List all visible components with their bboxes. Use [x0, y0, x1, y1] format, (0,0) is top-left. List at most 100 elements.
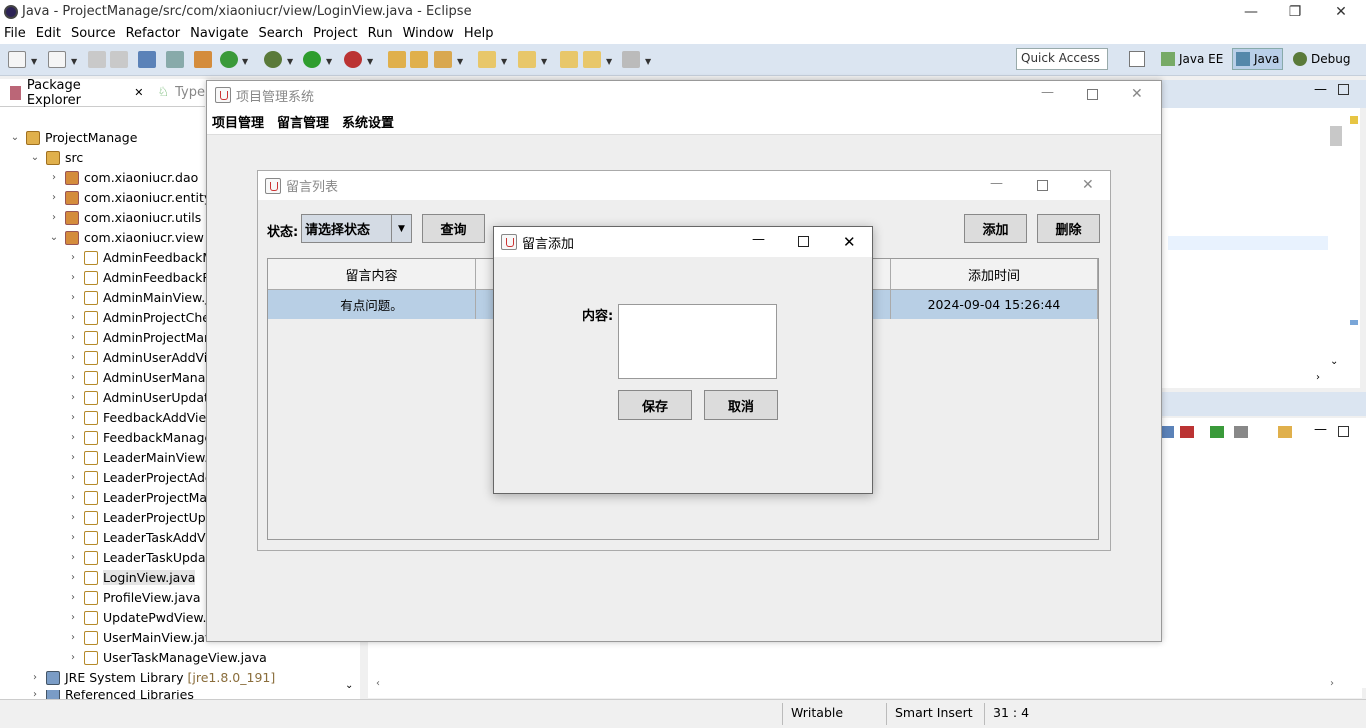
save-icon[interactable]: [88, 51, 106, 68]
scroll-down-icon[interactable]: ⌄: [345, 680, 353, 691]
chevron-right-icon[interactable]: ›: [68, 492, 78, 503]
chevron-right-icon[interactable]: ›: [49, 192, 59, 203]
tree-package[interactable]: › com.xiaoniucr.entity: [49, 190, 211, 205]
tree-jre[interactable]: › JRE System Library [jre1.8.0_191]: [30, 670, 275, 685]
scroll-left-icon[interactable]: ‹: [376, 678, 380, 689]
chevron-down-icon[interactable]: ▼: [501, 57, 507, 66]
minimize-button[interactable]: —: [1041, 85, 1054, 100]
chevron-right-icon[interactable]: ›: [68, 592, 78, 603]
pen-icon[interactable]: [434, 51, 452, 68]
message-list-title-bar[interactable]: 留言列表 — ✕: [258, 171, 1110, 200]
prev-annotation-icon[interactable]: [518, 51, 536, 68]
menu-refactor[interactable]: Refactor: [126, 26, 181, 41]
chevron-right-icon[interactable]: ›: [49, 172, 59, 183]
main-editor-area[interactable]: ‹ ›: [368, 640, 1362, 698]
minimize-button[interactable]: —: [752, 232, 765, 247]
chevron-down-icon[interactable]: ▼: [71, 57, 77, 66]
overview-marker[interactable]: [1350, 320, 1358, 325]
tree-file-selected[interactable]: › LoginView.java: [68, 570, 196, 585]
tree-file[interactable]: › AdminFeedbackM: [68, 250, 213, 265]
tree-file[interactable]: › LeaderTaskUpda: [68, 550, 206, 565]
chevron-right-icon[interactable]: ›: [68, 472, 78, 483]
chevron-down-icon[interactable]: ▼: [31, 57, 37, 66]
chevron-right-icon[interactable]: ›: [68, 632, 78, 643]
chevron-right-icon[interactable]: ›: [68, 652, 78, 663]
column-header-time[interactable]: 添加时间: [891, 259, 1098, 290]
new-java-package-icon[interactable]: [194, 51, 212, 68]
tree-referenced[interactable]: › Referenced Libraries: [30, 690, 194, 699]
quick-access-input[interactable]: Quick Access: [1016, 48, 1108, 70]
tree-file[interactable]: › ProfileView.java: [68, 590, 201, 605]
chevron-down-icon[interactable]: ⌄: [10, 132, 20, 143]
menu-search[interactable]: Search: [258, 26, 303, 41]
tree-file[interactable]: › UserTaskManageView.java: [68, 650, 267, 665]
chevron-right-icon[interactable]: ›: [68, 512, 78, 523]
tree-file[interactable]: › AdminProjectChe: [68, 310, 210, 325]
next-annotation-icon[interactable]: [478, 51, 496, 68]
minimize-view-icon[interactable]: —: [1314, 82, 1327, 97]
view-toolbar-icon[interactable]: [1234, 426, 1248, 438]
tree-file[interactable]: › LeaderProjectMa: [68, 490, 207, 505]
content-textarea[interactable]: [618, 304, 777, 379]
run-icon[interactable]: [303, 51, 321, 68]
menu-project-management[interactable]: 项目管理: [212, 112, 264, 131]
delete-button[interactable]: 删除: [1037, 214, 1100, 243]
maximize-button[interactable]: [1087, 89, 1098, 100]
overview-warning-icon[interactable]: [1350, 116, 1358, 124]
status-select[interactable]: 请选择状态 ▼: [301, 214, 412, 243]
project-manager-title-bar[interactable]: 项目管理系统 — ✕: [207, 81, 1161, 109]
cancel-button[interactable]: 取消: [704, 390, 778, 420]
perspective-debug[interactable]: Debug: [1290, 48, 1353, 70]
chevron-right-icon[interactable]: ›: [68, 452, 78, 463]
chevron-down-icon[interactable]: ▼: [645, 57, 651, 66]
open-type-icon[interactable]: [388, 51, 406, 68]
chevron-right-icon[interactable]: ›: [68, 372, 78, 383]
chevron-down-icon[interactable]: ▼: [367, 57, 373, 66]
menu-help[interactable]: Help: [464, 26, 494, 41]
chevron-right-icon[interactable]: ›: [68, 332, 78, 343]
chevron-right-icon[interactable]: ›: [68, 532, 78, 543]
chevron-right-icon[interactable]: ›: [68, 252, 78, 263]
chevron-down-icon[interactable]: ▼: [242, 57, 248, 66]
view-toolbar-icon[interactable]: [1180, 426, 1194, 438]
tree-file[interactable]: › UserMainView.java: [68, 630, 220, 645]
chevron-right-icon[interactable]: ›: [68, 392, 78, 403]
minimize-button[interactable]: —: [1228, 0, 1274, 23]
close-icon[interactable]: ✕: [134, 86, 143, 99]
chevron-right-icon[interactable]: ›: [68, 552, 78, 563]
tree-file[interactable]: › AdminUserAddVi: [68, 350, 207, 365]
chevron-down-icon[interactable]: ▼: [606, 57, 612, 66]
close-button[interactable]: ✕: [1318, 0, 1364, 23]
close-button[interactable]: ✕: [1082, 177, 1094, 193]
tree-file[interactable]: › LeaderMainView.: [68, 450, 208, 465]
tree-file[interactable]: › LeaderProjectUpc: [68, 510, 213, 525]
chevron-right-icon[interactable]: ›: [49, 212, 59, 223]
column-header-content[interactable]: 留言内容: [268, 259, 476, 290]
chevron-down-icon[interactable]: ▼: [457, 57, 463, 66]
chevron-down-icon[interactable]: ▼: [391, 215, 411, 242]
menu-window[interactable]: Window: [403, 26, 454, 41]
tree-file[interactable]: › AdminMainView.j: [68, 290, 209, 305]
tree-file[interactable]: › FeedbackManage: [68, 430, 212, 445]
tree-file[interactable]: › AdminFeedbackR: [68, 270, 211, 285]
table-cell-time[interactable]: 2024-09-04 15:26:44: [891, 290, 1098, 319]
maximize-button[interactable]: [798, 236, 809, 247]
tree-file[interactable]: › UpdatePwdView.j: [68, 610, 210, 625]
vertical-scrollbar-thumb[interactable]: [1330, 126, 1342, 146]
chevron-down-icon[interactable]: ▼: [287, 57, 293, 66]
chevron-right-icon[interactable]: ›: [68, 312, 78, 323]
view-toolbar-icon[interactable]: [1210, 426, 1224, 438]
chevron-down-icon[interactable]: ▼: [541, 57, 547, 66]
minimize-view-icon[interactable]: —: [1314, 422, 1327, 437]
back-icon[interactable]: [583, 51, 601, 68]
tree-file[interactable]: › AdminUserManag: [68, 370, 213, 385]
menu-source[interactable]: Source: [71, 26, 116, 41]
console-icon[interactable]: [138, 51, 156, 68]
perspective-java-ee[interactable]: Java EE: [1158, 48, 1226, 70]
type-hierarchy-tab[interactable]: Type: [175, 85, 205, 100]
tree-package[interactable]: ⌄ com.xiaoniucr.view: [49, 230, 204, 245]
menu-run[interactable]: Run: [368, 26, 393, 41]
chevron-right-icon[interactable]: ›: [68, 432, 78, 443]
chevron-right-icon[interactable]: ›: [30, 672, 40, 683]
save-all-icon[interactable]: [110, 51, 128, 68]
